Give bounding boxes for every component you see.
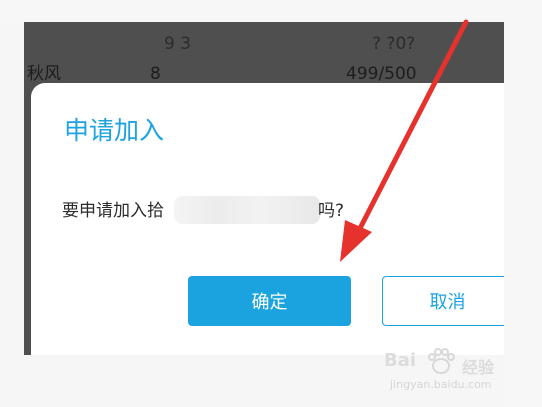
watermark-brand: Bai [384,350,417,371]
group-row-level: 8 [150,64,161,84]
group-row-members: ? ?0? [372,34,416,54]
group-row-members: 499/500 [346,64,417,84]
join-request-dialog: 申请加入 要申请加入拾 吗? 确定 取消 [31,83,504,355]
group-row-name: 秋风 [27,64,61,84]
dialog-message: 要申请加入拾 [62,201,164,221]
redacted-group-name [174,196,320,224]
dialog-message-suffix: 吗? [318,201,345,221]
dialog-title: 申请加入 [64,116,165,145]
watermark-brand-suffix: 经验 [462,358,495,377]
confirm-button[interactable]: 确定 [188,276,351,326]
paw-icon [428,348,455,374]
watermark-url: jingyan.baidu.com [390,378,492,391]
cancel-button[interactable]: 取消 [382,276,504,326]
group-row-level: 9 3 [164,34,192,54]
page-top-margin [0,0,542,22]
baidu-jingyan-watermark: Bai 经验 jingyan.baidu.com [380,346,520,398]
